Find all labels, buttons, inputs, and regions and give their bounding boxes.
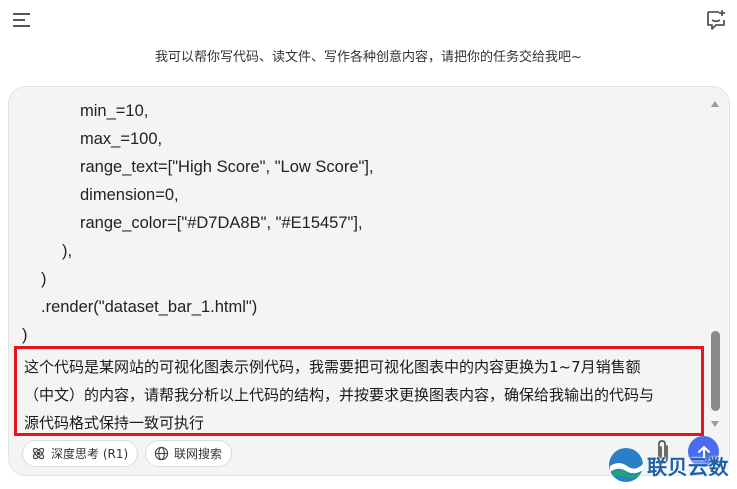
web-search-toggle[interactable]: 联网搜索 bbox=[145, 440, 233, 467]
new-chat-icon bbox=[707, 10, 725, 30]
new-chat-button[interactable] bbox=[704, 8, 728, 32]
scroll-down-arrow-icon[interactable] bbox=[711, 421, 719, 427]
scroll-up-arrow-icon[interactable] bbox=[711, 101, 719, 107]
tagline: 我可以帮你写代码、读文件、写作各种创意内容，请把你的任务交给我吧~ bbox=[155, 50, 582, 65]
chat-composer[interactable]: min_=10, max_=100, range_text=["High Sco… bbox=[8, 86, 730, 476]
code-line: ) bbox=[22, 326, 28, 344]
globe-icon bbox=[154, 446, 169, 461]
deep-think-toggle[interactable]: 深度思考 (R1) bbox=[22, 440, 139, 467]
menu-button[interactable] bbox=[11, 9, 33, 31]
prompt-line: 这个代码是某网站的可视化图表示例代码，我需要把可视化图表中的内容更换为1~7月销… bbox=[24, 358, 641, 376]
code-line: range_color=["#D7DA8B", "#E15457"], bbox=[80, 214, 363, 232]
code-line: range_text=["High Score", "Low Score"], bbox=[80, 158, 374, 176]
prompt-text: 这个代码是某网站的可视化图表示例代码，我需要把可视化图表中的内容更换为1~7月销… bbox=[24, 353, 700, 437]
code-snippet: min_=10, max_=100, range_text=["High Sco… bbox=[9, 87, 709, 349]
deep-think-label: 深度思考 (R1) bbox=[51, 447, 129, 461]
code-line: ) bbox=[41, 270, 47, 288]
scroll-thumb[interactable] bbox=[711, 331, 720, 411]
code-line: dimension=0, bbox=[80, 186, 179, 204]
code-line: ), bbox=[62, 242, 73, 260]
code-line: max_=100, bbox=[80, 130, 163, 148]
hamburger-menu-icon bbox=[13, 13, 30, 27]
prompt-line: （中文）的内容，请帮我分析以上代码的结构，并按要求更换图表内容，确保给我输出的代… bbox=[24, 386, 655, 404]
composer-scrollbar[interactable] bbox=[709, 99, 721, 429]
prompt-line: 源代码格式保持一致可执行 bbox=[24, 414, 205, 432]
logo-globe-icon bbox=[609, 448, 643, 482]
highlighted-prompt: 这个代码是某网站的可视化图表示例代码，我需要把可视化图表中的内容更换为1~7月销… bbox=[14, 346, 704, 436]
atom-icon bbox=[32, 447, 45, 460]
code-line: min_=10, bbox=[80, 102, 149, 120]
watermark-text: 联贝云数 bbox=[647, 454, 729, 479]
watermark-logo: 联贝云数 bbox=[607, 445, 729, 485]
web-search-label: 联网搜索 bbox=[174, 447, 223, 461]
code-line: .render("dataset_bar_1.html") bbox=[41, 298, 258, 316]
